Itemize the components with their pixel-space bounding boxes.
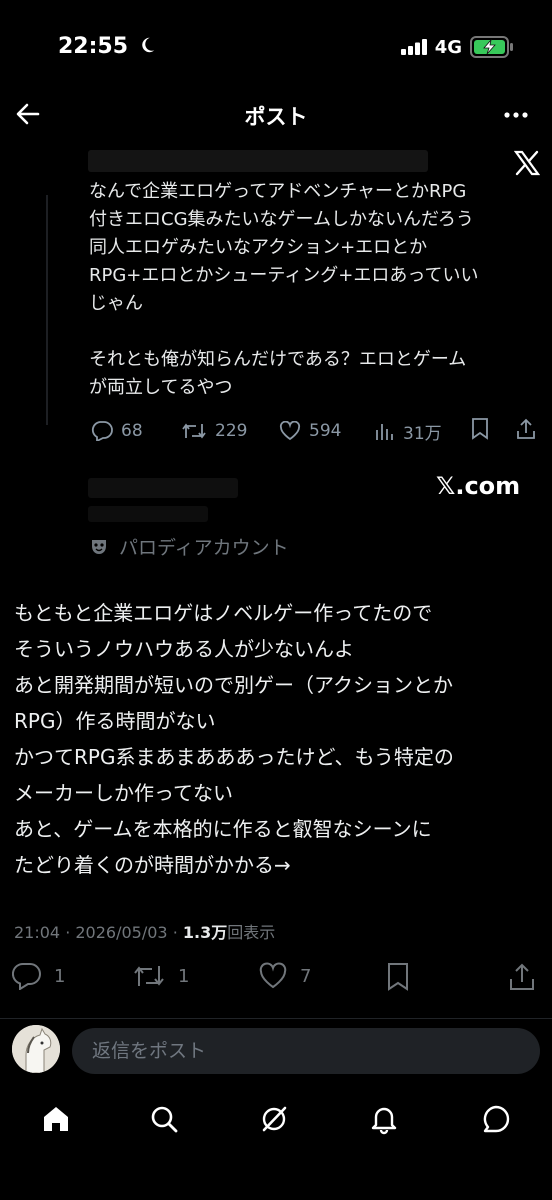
network-label: 4G <box>434 36 462 58</box>
moon-icon <box>141 37 154 53</box>
reply-count: 1 <box>54 965 66 987</box>
like-count: 7 <box>300 965 312 987</box>
repost-count: 1 <box>178 965 190 987</box>
signal-icon <box>400 39 427 55</box>
thread-line <box>46 195 48 425</box>
bookmark-icon <box>472 417 488 440</box>
quoted-replies-count: 68 <box>121 421 143 441</box>
post-date: 2026/05/03 <box>75 923 168 942</box>
divider <box>0 1018 552 1019</box>
post-views-label: 回表示 <box>227 923 276 942</box>
bookmark-icon <box>388 963 408 991</box>
quoted-post-metrics: 68 229 594 31万 <box>89 414 539 448</box>
grok-icon <box>262 1106 287 1132</box>
obscured-author-name <box>88 478 238 498</box>
quoted-bookmark <box>471 417 489 445</box>
search-icon <box>151 1106 178 1133</box>
post-views-count: 1.3万 <box>182 923 228 942</box>
quoted-views-count: 31万 <box>403 423 442 444</box>
nav-messages[interactable] <box>476 1099 516 1139</box>
avatar[interactable] <box>12 1025 60 1073</box>
repost-icon <box>134 966 164 986</box>
quoted-likes-count: 594 <box>309 421 342 441</box>
quoted-share <box>515 418 537 445</box>
heart-icon <box>259 962 287 989</box>
obscured-author-handle <box>88 506 208 522</box>
page-title: ポスト <box>244 105 308 129</box>
horse-avatar-icon <box>12 1025 60 1073</box>
reply-input[interactable] <box>90 1039 524 1063</box>
quoted-replies: 68 <box>91 421 143 441</box>
status-indicators: 4G <box>400 36 514 58</box>
share-icon <box>510 963 534 990</box>
repost-button[interactable]: 1 <box>132 962 189 990</box>
bookmark-button[interactable] <box>386 962 410 992</box>
quoted-reposts-count: 229 <box>215 421 248 441</box>
views-chart-icon <box>376 424 393 440</box>
parody-badge: パロディアカウント <box>89 533 289 560</box>
share-icon <box>517 418 535 439</box>
status-time: 22:55 <box>58 34 156 59</box>
quoted-reposts: 229 <box>181 421 247 441</box>
battery-icon <box>470 36 513 58</box>
more-options-button[interactable] <box>502 102 536 128</box>
reply-input-box[interactable] <box>72 1028 540 1074</box>
watermark: 𝕏.com <box>436 472 521 500</box>
bell-icon <box>371 1107 397 1135</box>
bottom-nav <box>0 1085 552 1155</box>
clock-time: 22:55 <box>58 34 129 59</box>
post-actions: 1 1 7 <box>12 960 540 994</box>
reply-icon <box>91 421 113 441</box>
reply-icon <box>12 962 41 990</box>
post-text: もともと企業エロゲはノベルゲー作ってたので そういうノウハウある人が少ないんよ … <box>14 601 454 877</box>
obscured-author-line <box>88 150 428 172</box>
quoted-views: 31万 <box>375 419 442 444</box>
x-logo-icon <box>513 150 541 180</box>
like-button[interactable]: 7 <box>258 962 311 990</box>
post-meta: 21:04 · 2026/05/03 · 1.3万回表示 <box>14 923 276 942</box>
parody-label: パロディアカウント <box>119 537 289 559</box>
nav-search[interactable] <box>144 1099 184 1139</box>
share-button[interactable] <box>508 962 536 992</box>
home-icon <box>44 1107 68 1131</box>
post-time: 21:04 <box>14 923 61 942</box>
chat-icon <box>483 1105 510 1133</box>
more-icon <box>504 112 528 118</box>
quoted-post-text: なんで企業エロゲってアドベンチャーとかRPG 付きエロCG集みたいなゲームしかな… <box>89 181 479 398</box>
nav-notifications[interactable] <box>364 1099 404 1139</box>
quoted-likes: 594 <box>279 421 341 441</box>
nav-home[interactable] <box>36 1099 76 1139</box>
mask-icon <box>92 539 106 554</box>
repost-icon <box>182 423 206 439</box>
reply-button[interactable]: 1 <box>12 962 65 990</box>
nav-grok[interactable] <box>254 1099 294 1139</box>
heart-icon <box>279 421 301 441</box>
